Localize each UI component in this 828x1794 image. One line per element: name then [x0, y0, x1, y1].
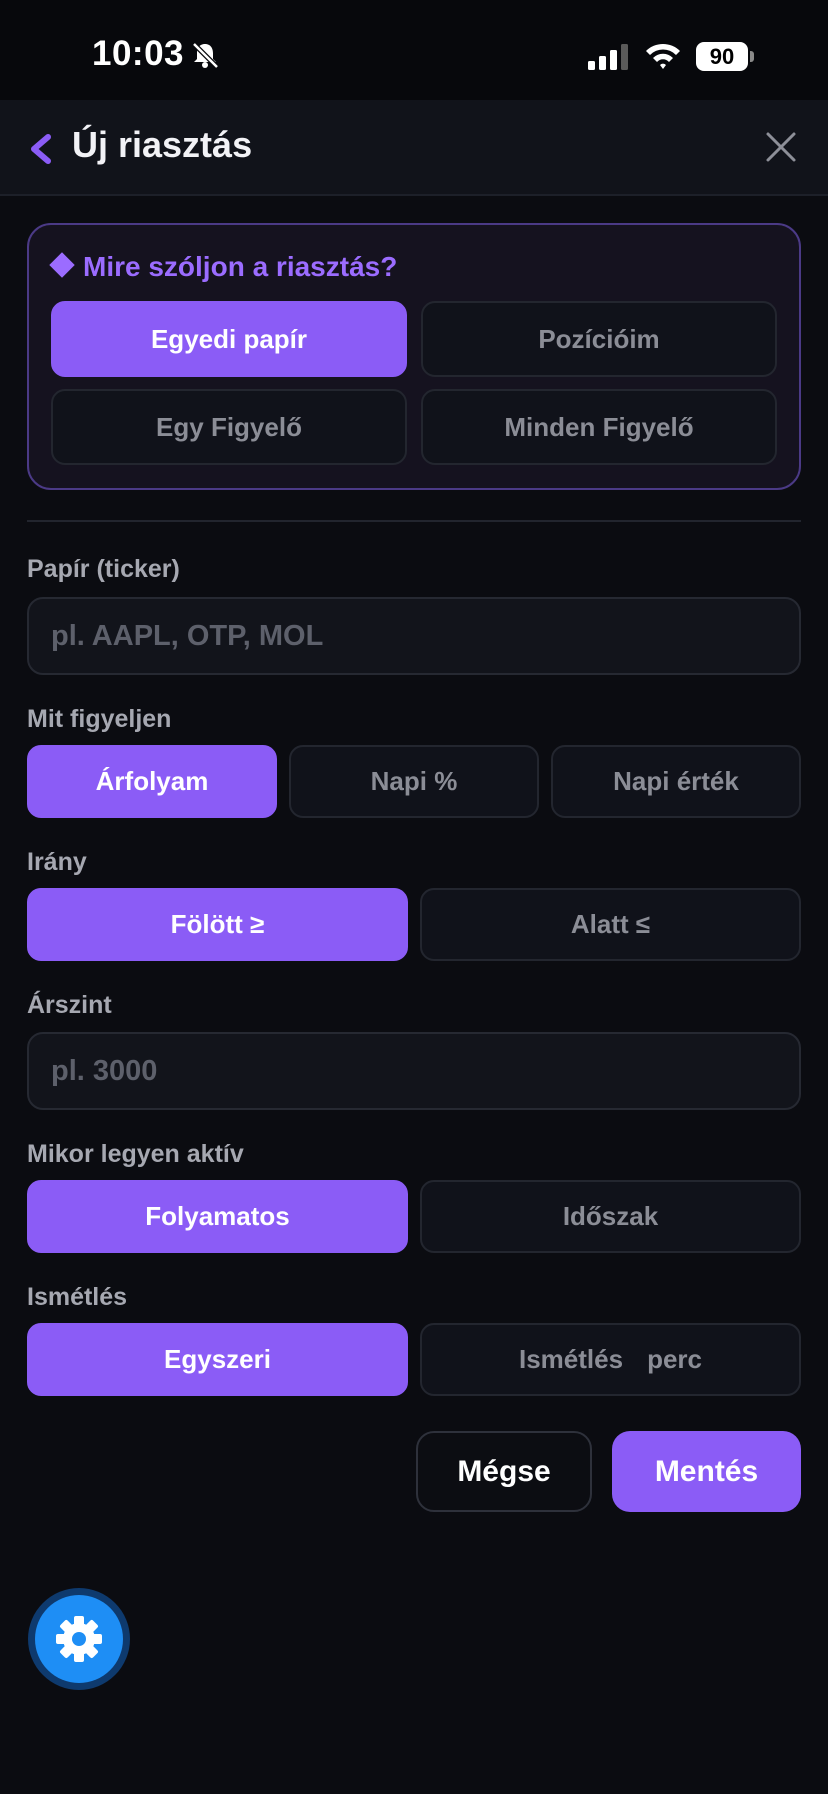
active-label: Mikor legyen aktív: [27, 1140, 244, 1168]
active-option-period[interactable]: Időszak: [420, 1180, 801, 1253]
gear-icon: [56, 1616, 102, 1662]
repeat-unit: perc: [647, 1344, 702, 1374]
target-option-positions[interactable]: Pozícióim: [421, 301, 777, 377]
active-option-continuous[interactable]: Folyamatos: [27, 1180, 408, 1253]
status-bar: 10:03 90: [0, 0, 828, 100]
chevron-left-icon[interactable]: [28, 134, 54, 164]
cancel-button[interactable]: Mégse: [416, 1431, 592, 1512]
target-option-single[interactable]: Egyedi papír: [51, 301, 407, 377]
header: Új riasztás: [0, 100, 828, 196]
alert-target-title: Mire szóljon a riasztás?: [49, 251, 398, 283]
watch-option-price[interactable]: Árfolyam: [27, 745, 277, 818]
status-time: 10:03: [92, 34, 185, 73]
close-icon[interactable]: [764, 130, 798, 164]
direction-label: Irány: [27, 848, 87, 876]
settings-fab-button[interactable]: [28, 1588, 130, 1690]
repeat-label: Ismétlés: [27, 1283, 128, 1311]
direction-option-above[interactable]: Fölött ≥: [27, 888, 408, 961]
ticker-label: Papír (ticker): [27, 555, 180, 583]
watch-option-daily-value[interactable]: Napi érték: [551, 745, 801, 818]
save-button[interactable]: Mentés: [612, 1431, 801, 1512]
page-title: Új riasztás: [72, 124, 253, 165]
repeat-option-once[interactable]: Egyszeri: [27, 1323, 408, 1396]
price-level-input[interactable]: [27, 1032, 801, 1110]
divider: [27, 520, 801, 522]
direction-option-below[interactable]: Alatt ≤: [420, 888, 801, 961]
diamond-icon: [49, 252, 75, 278]
watch-option-daily-percent[interactable]: Napi %: [289, 745, 539, 818]
signal-icon: [588, 44, 628, 70]
target-option-one-watchlist[interactable]: Egy Figyelő: [51, 389, 407, 465]
bell-slash-icon: [192, 42, 219, 69]
alert-target-title-text: Mire szóljon a riasztás?: [83, 251, 398, 282]
alert-target-card: Mire szóljon a riasztás? Egyedi papír Po…: [27, 223, 801, 490]
ticker-input[interactable]: [27, 597, 801, 675]
wifi-icon: [646, 43, 680, 69]
battery-icon: 90: [696, 42, 754, 71]
target-option-all-watchlists[interactable]: Minden Figyelő: [421, 389, 777, 465]
price-level-label: Árszint: [27, 991, 112, 1019]
watch-label: Mit figyeljen: [27, 705, 172, 733]
repeat-option-repeat[interactable]: Ismétlés perc: [420, 1323, 801, 1396]
battery-level: 90: [696, 42, 748, 71]
repeat-option-repeat-label: Ismétlés: [519, 1344, 624, 1374]
